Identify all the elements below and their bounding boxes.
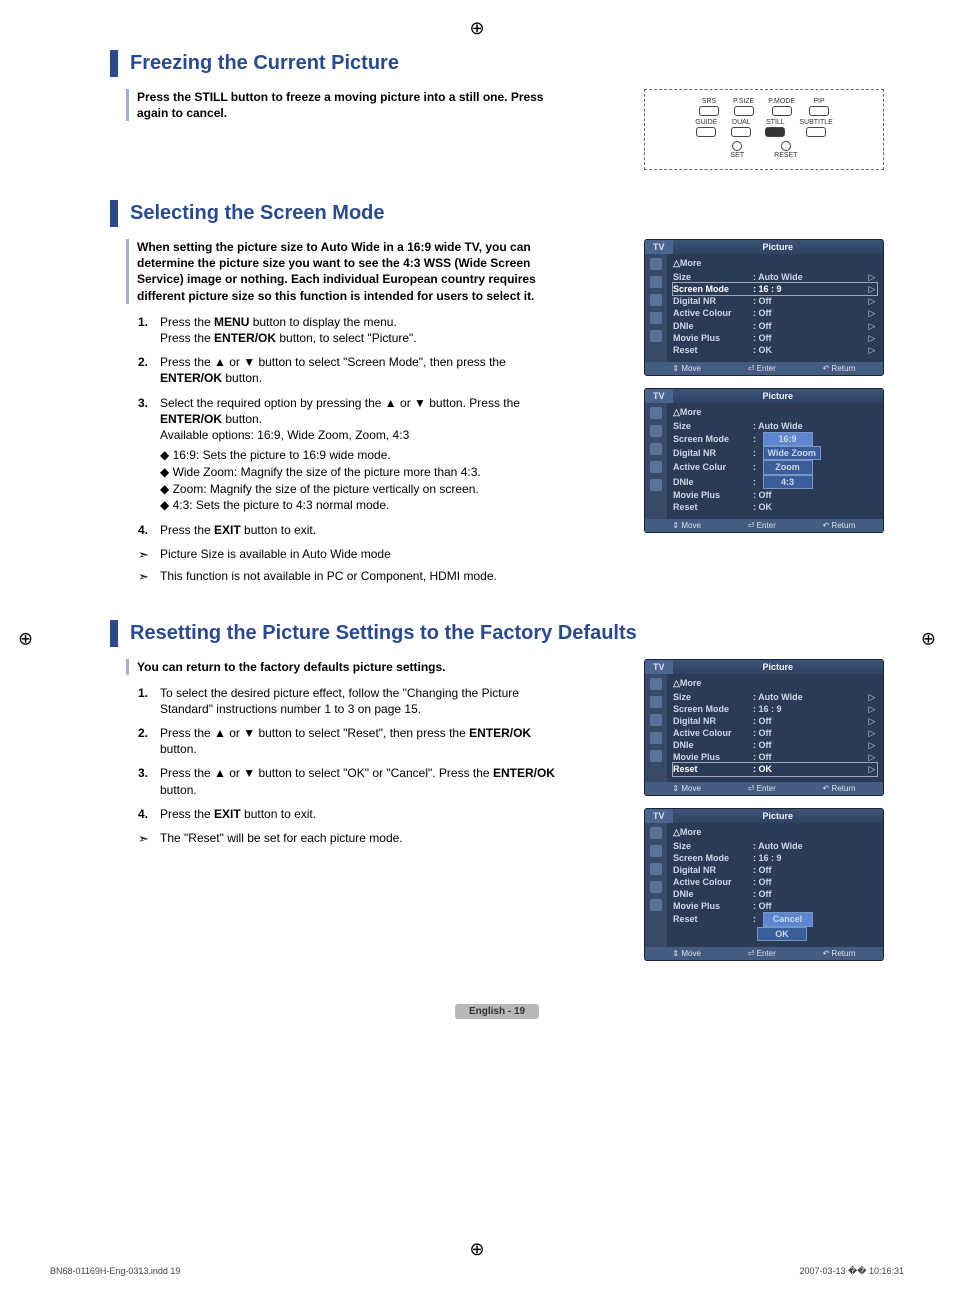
section-title: Freezing the Current Picture: [130, 52, 884, 75]
osd-menu-4: TVPicture △MoreSize: Auto WideScreen Mod…: [644, 808, 884, 961]
footer-timestamp: 2007-03-13 �� 10:16:31: [799, 1266, 904, 1277]
note-text: The "Reset" will be set for each picture…: [160, 830, 568, 848]
step-text: Press the MENU button to display the men…: [160, 314, 568, 346]
steps-list: 1.To select the desired picture effect, …: [138, 685, 568, 822]
section-intro: When setting the picture size to Auto Wi…: [126, 239, 568, 304]
section-title: Resetting the Picture Settings to the Fa…: [130, 622, 884, 645]
section-intro: You can return to the factory defaults p…: [126, 659, 568, 675]
page-number-label: English - 19: [455, 1004, 539, 1019]
registration-mark-bottom: ⊕: [467, 1239, 487, 1259]
step-text: To select the desired picture effect, fo…: [160, 685, 568, 717]
osd-menu-3: TVPicture △MoreSize: Auto Wide▷Screen Mo…: [644, 659, 884, 796]
step-text: Press the EXIT button to exit.: [160, 522, 568, 538]
remote-diagram: SRS P.SIZE P.MODE PIP GUIDE DUAL STILL S…: [644, 89, 884, 170]
step-text: Press the EXIT button to exit.: [160, 806, 568, 822]
section-intro: Press the STILL button to freeze a movin…: [126, 89, 568, 121]
steps-list: 1.Press the MENU button to display the m…: [138, 314, 568, 539]
note-icon: ➣: [138, 546, 160, 564]
section-screen-mode: Selecting the Screen Mode When setting t…: [110, 200, 884, 590]
step-text: Press the ▲ or ▼ button to select "OK" o…: [160, 765, 568, 797]
note-text: This function is not available in PC or …: [160, 568, 568, 586]
osd-menu-1: TVPicture △MoreSize: Auto Wide▷Screen Mo…: [644, 239, 884, 376]
step-text: Press the ▲ or ▼ button to select "Reset…: [160, 725, 568, 757]
section-freezing: Freezing the Current Picture Press the S…: [110, 50, 884, 170]
osd-menu-2: TVPicture △MoreSize: Auto WideScreen Mod…: [644, 388, 884, 533]
section-reset: Resetting the Picture Settings to the Fa…: [110, 620, 884, 973]
footer-file: BN68-01169H-Eng-0313.indd 19: [50, 1266, 180, 1277]
note-icon: ➣: [138, 830, 160, 848]
note-text: Picture Size is available in Auto Wide m…: [160, 546, 568, 564]
section-title: Selecting the Screen Mode: [130, 202, 884, 225]
step-text: Press the ▲ or ▼ button to select "Scree…: [160, 354, 568, 386]
note-icon: ➣: [138, 568, 160, 586]
step-text: Select the required option by pressing t…: [160, 395, 568, 515]
